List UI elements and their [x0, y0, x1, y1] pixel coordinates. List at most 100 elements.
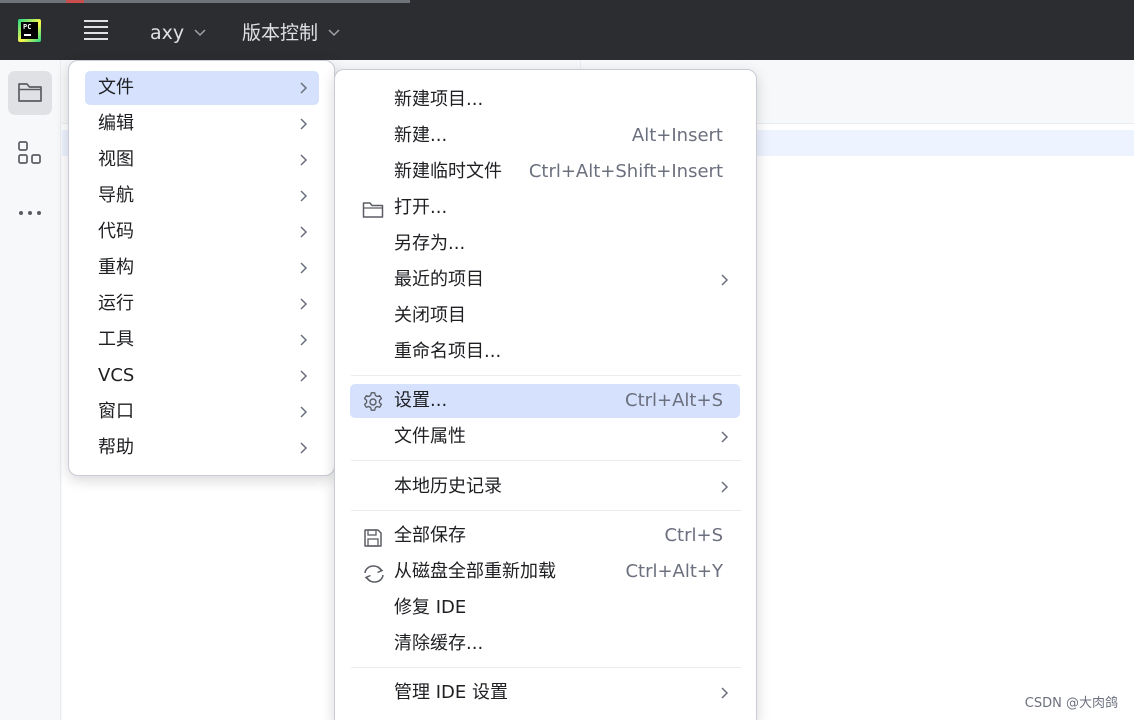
menu-item-label: 文件 — [98, 77, 134, 98]
more-icon — [19, 211, 41, 215]
menu-item-navigate[interactable]: 导航 — [85, 179, 319, 213]
menu-item-label: 新建临时文件 — [394, 161, 502, 182]
reload-icon — [361, 562, 387, 583]
menu-item-label: 最近的项目 — [394, 269, 484, 290]
shortcut-label: Alt+Insert — [631, 125, 723, 146]
menu-item-label: 从磁盘全部重新加载 — [394, 561, 556, 582]
chevron-right-icon — [719, 676, 731, 710]
menu-item-label: 重构 — [98, 257, 134, 278]
window-tab-strip — [0, 0, 410, 3]
menu-separator — [351, 667, 741, 668]
shortcut-label: Ctrl+Alt+S — [625, 390, 723, 411]
project-tool-button[interactable] — [8, 71, 52, 115]
chevron-right-icon — [298, 359, 310, 393]
structure-icon — [18, 141, 41, 164]
menu-item-label: 视图 — [98, 149, 134, 170]
chevron-down-icon — [328, 18, 340, 44]
chevron-right-icon — [298, 215, 310, 249]
menu-item-tools[interactable]: 工具 — [85, 323, 319, 357]
shortcut-label: Ctrl+S — [664, 525, 723, 546]
chevron-right-icon — [719, 420, 731, 454]
more-tools-button[interactable] — [8, 191, 52, 235]
menu-item-save-as[interactable]: 另存为... — [350, 227, 740, 261]
chevron-right-icon — [298, 323, 310, 357]
menu-separator — [351, 510, 741, 511]
menu-separator — [351, 460, 741, 461]
menu-separator — [351, 375, 741, 376]
menu-item-rename-project[interactable]: 重命名项目... — [350, 335, 740, 369]
menu-item-reload-from-disk[interactable]: 从磁盘全部重新加载 Ctrl+Alt+Y — [350, 555, 740, 589]
folder-icon — [362, 198, 384, 218]
structure-tool-button[interactable] — [8, 131, 52, 175]
menu-item-file-properties[interactable]: 文件属性 — [350, 420, 740, 454]
gear-icon — [362, 391, 384, 411]
main-menu-icon[interactable] — [83, 17, 109, 43]
menu-item-label: 导航 — [98, 185, 134, 206]
menu-item-new-project[interactable]: 新建项目... — [350, 83, 740, 117]
menu-item-label: 窗口 — [98, 401, 134, 422]
chevron-right-icon — [298, 107, 310, 141]
menu-item-label: 修复 IDE — [394, 597, 467, 618]
watermark: CSDN @大肉鸽 — [1024, 696, 1118, 711]
chevron-right-icon — [298, 431, 310, 465]
menu-item-label: 新建项目... — [394, 89, 484, 110]
menu-item-edit[interactable]: 编辑 — [85, 107, 319, 141]
menu-item-open[interactable]: 打开... — [350, 191, 740, 225]
menu-item-repair-ide[interactable]: 修复 IDE — [350, 591, 740, 625]
shortcut-label: Ctrl+Alt+Shift+Insert — [528, 161, 723, 182]
menu-item-view[interactable]: 视图 — [85, 143, 319, 177]
folder-icon — [18, 83, 42, 102]
chevron-right-icon — [298, 71, 310, 105]
menu-item-help[interactable]: 帮助 — [85, 431, 319, 465]
pycharm-logo-icon[interactable]: PC — [18, 19, 41, 42]
menu-item-recent-projects[interactable]: 最近的项目 — [350, 263, 740, 297]
menu-item-code[interactable]: 代码 — [85, 215, 319, 249]
project-switcher[interactable]: axy — [150, 18, 206, 44]
shortcut-label: Ctrl+Alt+Y — [625, 561, 723, 582]
menu-item-label: 本地历史记录 — [394, 476, 502, 497]
chevron-down-icon — [194, 18, 206, 44]
menu-item-label: VCS — [98, 365, 135, 386]
main-menu-popup: 文件 编辑 视图 导航 代码 重构 运行 工具 VCS 窗口 帮助 — [68, 60, 335, 476]
menu-item-refactor[interactable]: 重构 — [85, 251, 319, 285]
menu-item-label: 代码 — [98, 221, 134, 242]
tool-window-strip — [0, 60, 61, 720]
menu-item-label: 帮助 — [98, 437, 134, 458]
project-name: axy — [150, 22, 185, 44]
menu-item-new-scratch-file[interactable]: 新建临时文件 Ctrl+Alt+Shift+Insert — [350, 155, 740, 189]
menu-item-run[interactable]: 运行 — [85, 287, 319, 321]
menu-item-label: 重命名项目... — [394, 341, 502, 362]
vcs-label: 版本控制 — [242, 22, 319, 44]
menu-item-label: 设置... — [394, 390, 448, 411]
menu-item-label: 打开... — [394, 197, 448, 218]
title-bar: PC axy 版本控制 — [0, 0, 1134, 60]
menu-item-window[interactable]: 窗口 — [85, 395, 319, 429]
menu-item-label: 清除缓存... — [394, 633, 484, 654]
menu-item-file[interactable]: 文件 — [85, 71, 319, 105]
chevron-right-icon — [719, 263, 731, 297]
menu-item-settings[interactable]: 设置... Ctrl+Alt+S — [350, 384, 740, 418]
save-icon — [362, 526, 384, 547]
menu-item-vcs[interactable]: VCS — [85, 359, 319, 393]
menu-item-label: 另存为... — [394, 233, 466, 254]
menu-item-label: 工具 — [98, 329, 134, 350]
menu-item-label: 运行 — [98, 293, 134, 314]
chevron-right-icon — [719, 470, 731, 504]
menu-item-label: 新建... — [394, 125, 448, 146]
menu-item-label: 关闭项目 — [394, 305, 466, 326]
menu-item-local-history[interactable]: 本地历史记录 — [350, 470, 740, 504]
menu-item-manage-ide-settings[interactable]: 管理 IDE 设置 — [350, 676, 740, 710]
menu-item-close-project[interactable]: 关闭项目 — [350, 299, 740, 333]
menu-item-label: 文件属性 — [394, 426, 466, 447]
chevron-right-icon — [298, 287, 310, 321]
menu-item-save-all[interactable]: 全部保存 Ctrl+S — [350, 519, 740, 553]
menu-item-new[interactable]: 新建... Alt+Insert — [350, 119, 740, 153]
chevron-right-icon — [298, 251, 310, 285]
menu-item-invalidate-caches[interactable]: 清除缓存... — [350, 627, 740, 661]
vcs-widget[interactable]: 版本控制 — [242, 18, 340, 44]
menu-item-label: 编辑 — [98, 113, 134, 134]
chevron-right-icon — [298, 143, 310, 177]
chevron-right-icon — [298, 395, 310, 429]
menu-item-label: 管理 IDE 设置 — [394, 682, 508, 703]
file-submenu-popup: 新建项目... 新建... Alt+Insert 新建临时文件 Ctrl+Alt+S… — [334, 69, 757, 720]
